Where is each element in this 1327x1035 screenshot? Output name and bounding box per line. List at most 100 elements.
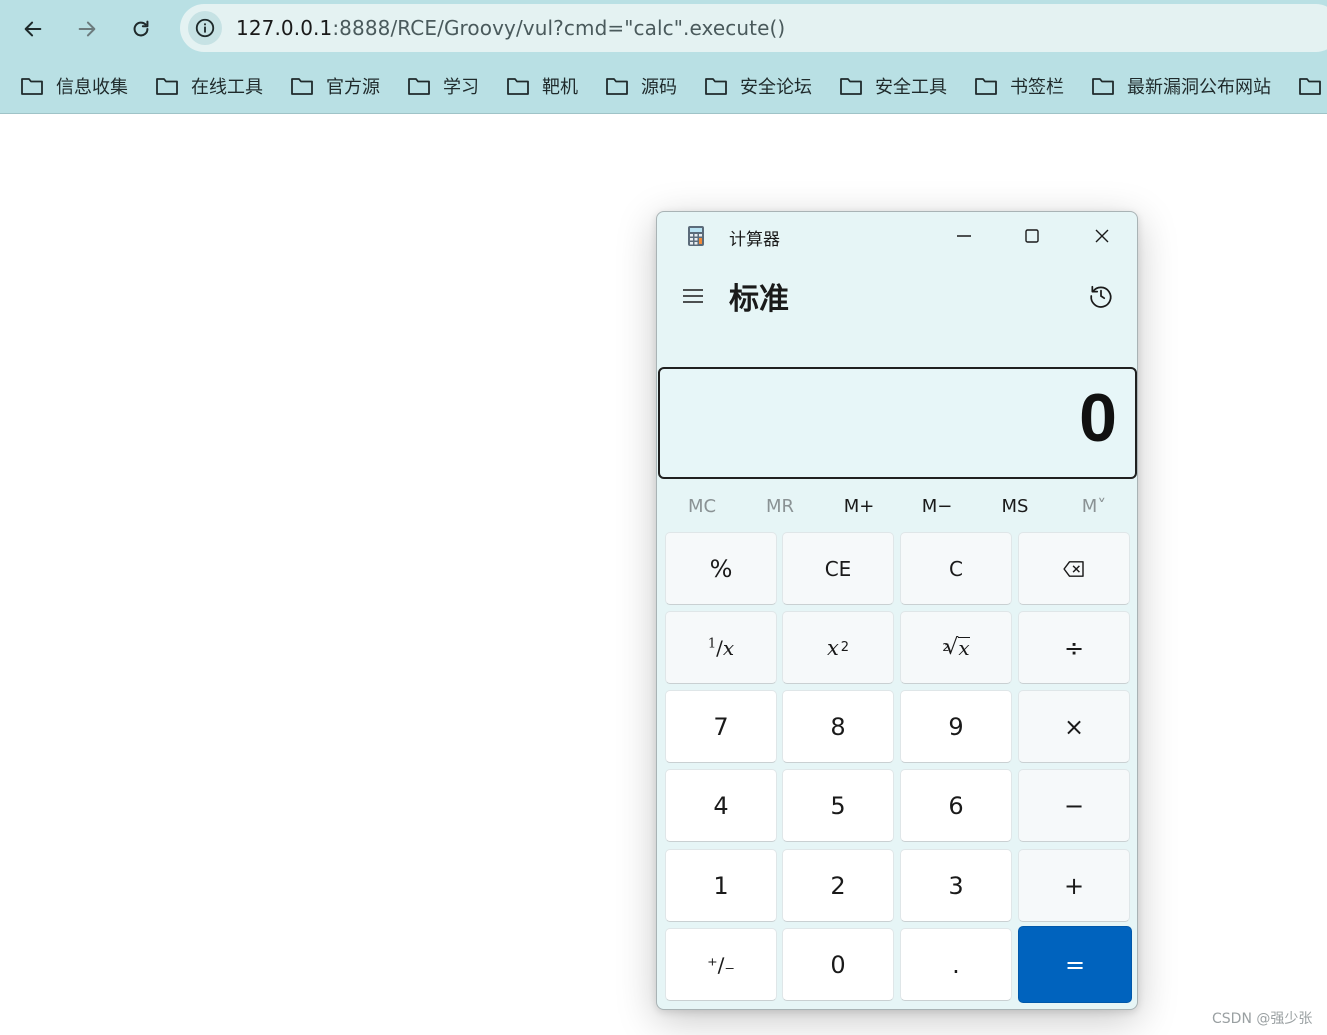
- folder-icon: [840, 78, 862, 95]
- digit-8-button[interactable]: 8: [782, 690, 894, 763]
- folder-icon: [507, 78, 529, 95]
- memory-clear-button[interactable]: MC: [667, 488, 737, 524]
- folder-icon: [408, 78, 430, 95]
- memory-subtract-button[interactable]: M−: [902, 488, 972, 524]
- url-path: :8888/RCE/Groovy/vul?cmd="calc".execute(…: [332, 16, 786, 40]
- calculator-display: 0: [658, 367, 1137, 479]
- watermark: CSDN @强少张: [1212, 1011, 1313, 1027]
- history-icon: [1090, 285, 1112, 308]
- decimal-button[interactable]: .: [900, 928, 1012, 1001]
- digit-7-button[interactable]: 7: [665, 690, 777, 763]
- reload-icon: [133, 20, 149, 37]
- root-radicand: x: [958, 636, 970, 660]
- digit-6-button[interactable]: 6: [900, 769, 1012, 842]
- minimize-button[interactable]: [935, 216, 993, 256]
- minimize-icon: [957, 235, 971, 237]
- folder-icon: [156, 78, 178, 95]
- calculator-window: 计算器 标准 0 MC MR M+ M− MS M˅ % CE C 1/x x …: [656, 211, 1138, 1010]
- multiply-button[interactable]: ×: [1018, 690, 1130, 763]
- memory-list-button[interactable]: M˅: [1059, 488, 1129, 524]
- clear-entry-button[interactable]: CE: [782, 532, 894, 605]
- bookmark-folder[interactable]: 靶机: [506, 72, 578, 100]
- square-base: x: [826, 635, 839, 660]
- memory-recall-button[interactable]: MR: [745, 488, 815, 524]
- divide-button[interactable]: ÷: [1018, 611, 1130, 684]
- navigation-menu-button[interactable]: [677, 280, 709, 312]
- square-button[interactable]: x2: [782, 611, 894, 684]
- folder-icon: [975, 78, 997, 95]
- calculator-app-icon: [688, 226, 704, 246]
- memory-row: MC MR M+ M− MS M˅: [663, 488, 1133, 524]
- square-root-button[interactable]: 2 √ x: [900, 611, 1012, 684]
- bookmark-folder[interactable]: 安全工具: [839, 72, 947, 100]
- bookmark-folder-overflow[interactable]: [1298, 72, 1327, 100]
- bookmark-folder[interactable]: 书签栏: [974, 72, 1064, 100]
- folder-icon: [705, 78, 727, 95]
- bookmark-folder[interactable]: 最新漏洞公布网站: [1091, 72, 1271, 100]
- bookmark-label: 最新漏洞公布网站: [1127, 77, 1271, 98]
- digit-9-button[interactable]: 9: [900, 690, 1012, 763]
- digit-1-button[interactable]: 1: [665, 849, 777, 922]
- equals-button[interactable]: =: [1018, 926, 1132, 1003]
- bookmarks-bar: 信息收集 在线工具 官方源 学习 靶机 源码 安全论坛 安全工具 书签栏 最新漏…: [0, 58, 1327, 114]
- mode-title: 标准: [729, 282, 789, 317]
- digit-5-button[interactable]: 5: [782, 769, 894, 842]
- back-button[interactable]: [16, 12, 50, 46]
- info-icon: [195, 18, 215, 38]
- bookmark-folder[interactable]: 安全论坛: [704, 72, 812, 100]
- clear-button[interactable]: C: [900, 532, 1012, 605]
- bookmark-folder[interactable]: 官方源: [290, 72, 380, 100]
- calculator-titlebar[interactable]: 计算器: [657, 212, 1137, 260]
- folder-icon: [1092, 78, 1114, 95]
- bookmark-folder[interactable]: 源码: [605, 72, 677, 100]
- browser-toolbar: 127.0.0.1:8888/RCE/Groovy/vul?cmd="calc"…: [0, 0, 1327, 58]
- bookmark-label: 信息收集: [56, 77, 128, 98]
- close-icon: [1095, 229, 1109, 243]
- digit-2-button[interactable]: 2: [782, 849, 894, 922]
- reciprocal-denominator: x: [722, 635, 735, 660]
- hamburger-icon: [683, 289, 703, 303]
- backspace-icon: [1063, 560, 1084, 577]
- backspace-button[interactable]: [1018, 532, 1130, 605]
- bookmark-folder[interactable]: 学习: [407, 72, 479, 100]
- digit-3-button[interactable]: 3: [900, 849, 1012, 922]
- arrow-left-icon: [24, 21, 42, 37]
- bookmark-label: 安全工具: [875, 77, 947, 98]
- bookmark-label: 官方源: [326, 77, 380, 98]
- url-text[interactable]: 127.0.0.1:8888/RCE/Groovy/vul?cmd="calc"…: [236, 16, 785, 40]
- display-value: 0: [1079, 380, 1117, 456]
- bookmark-label: 在线工具: [191, 77, 263, 98]
- negate-button[interactable]: ⁺∕₋: [665, 928, 777, 1001]
- bookmark-label: 安全论坛: [740, 77, 812, 98]
- folder-icon: [291, 78, 313, 95]
- add-button[interactable]: +: [1018, 849, 1130, 922]
- window-title: 计算器: [729, 230, 780, 250]
- digit-0-button[interactable]: 0: [782, 928, 894, 1001]
- bookmark-label: 学习: [443, 77, 479, 98]
- history-button[interactable]: [1083, 278, 1119, 314]
- maximize-button[interactable]: [1003, 216, 1061, 256]
- square-exponent: 2: [840, 640, 850, 655]
- maximize-icon: [1025, 229, 1039, 243]
- bookmark-label: 书签栏: [1010, 77, 1064, 98]
- memory-add-button[interactable]: M+: [824, 488, 894, 524]
- percent-button[interactable]: %: [665, 532, 777, 605]
- bookmark-folder[interactable]: 在线工具: [155, 72, 263, 100]
- bookmark-label: 靶机: [542, 77, 578, 98]
- memory-store-button[interactable]: MS: [980, 488, 1050, 524]
- address-bar[interactable]: 127.0.0.1:8888/RCE/Groovy/vul?cmd="calc"…: [180, 4, 1327, 52]
- bookmark-folder[interactable]: 信息收集: [20, 72, 128, 100]
- reciprocal-button[interactable]: 1/x: [665, 611, 777, 684]
- close-button[interactable]: [1073, 216, 1131, 256]
- reciprocal-numerator: 1: [707, 635, 717, 651]
- digit-4-button[interactable]: 4: [665, 769, 777, 842]
- bookmark-label: 源码: [641, 77, 677, 98]
- url-host: 127.0.0.1: [236, 16, 333, 40]
- subtract-button[interactable]: −: [1018, 769, 1130, 842]
- arrow-right-icon: [78, 21, 96, 37]
- reload-button[interactable]: [124, 12, 158, 46]
- forward-button[interactable]: [70, 12, 104, 46]
- folder-icon: [606, 78, 628, 95]
- site-info-button[interactable]: [188, 11, 222, 45]
- folder-icon: [1299, 78, 1321, 95]
